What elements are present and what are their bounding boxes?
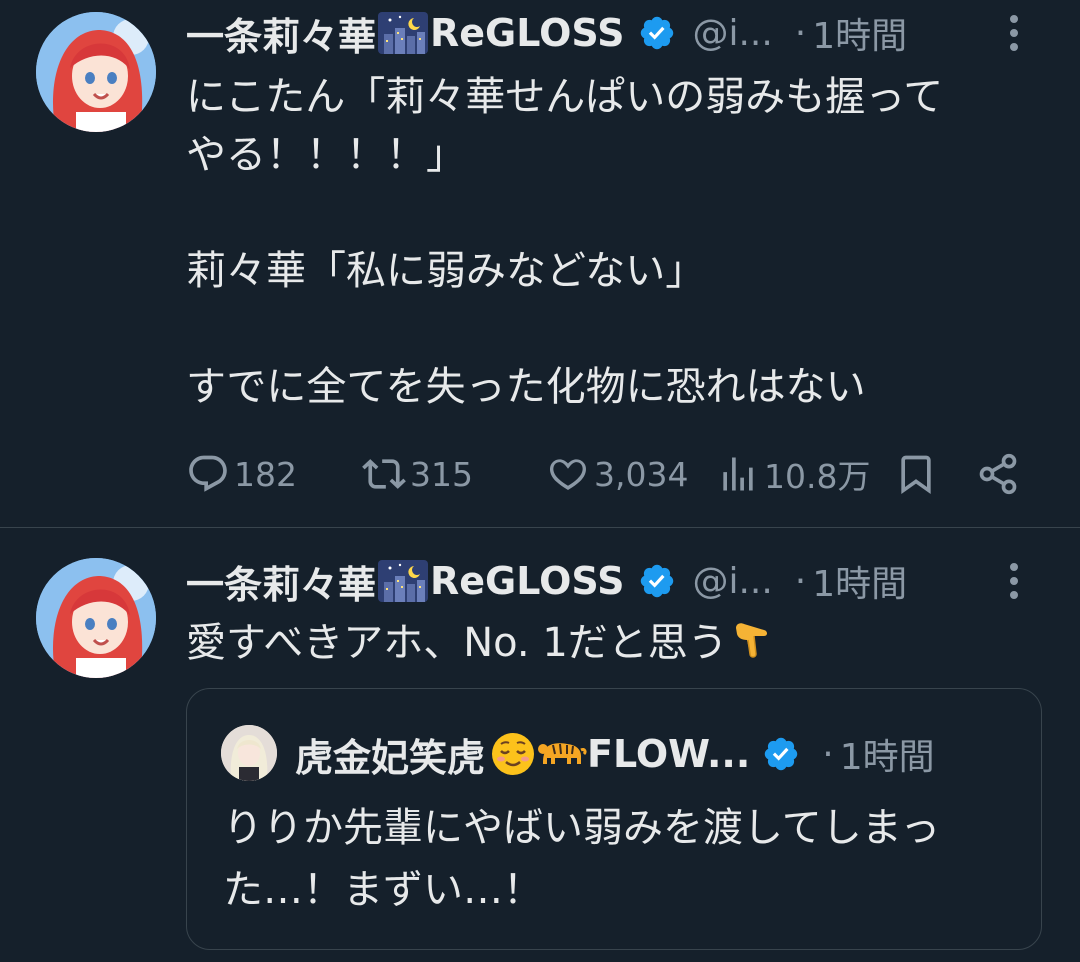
backhand-index-pointing-down-emoji: [735, 623, 767, 658]
reply-icon: [189, 455, 227, 492]
quote-author-name[interactable]: 虎金妃笑虎: [295, 727, 485, 782]
separator: ·: [794, 560, 807, 602]
verified-badge-icon: [641, 564, 674, 598]
separator: ·: [822, 733, 834, 775]
tweet-text: 愛すべきアホ、No. 1だと思う: [186, 614, 1020, 672]
share-icon: [979, 453, 1017, 495]
reply-count: 182: [234, 454, 297, 494]
timestamp[interactable]: 1時間: [812, 555, 907, 607]
quoted-tweet[interactable]: 虎金妃笑虎 FLOW... · 1時間 りりか先輩にやばい弱みを渡してしまっ た…: [186, 688, 1042, 950]
author-name-suffix[interactable]: ReGLOSS: [430, 559, 624, 603]
city-night-emoji: [378, 560, 429, 602]
repost-button[interactable]: 315: [362, 446, 473, 502]
relieved-face-emoji: [492, 733, 535, 775]
verified-badge-icon: [765, 737, 798, 771]
like-button[interactable]: 3,034: [546, 446, 688, 502]
more-icon[interactable]: [1006, 558, 1022, 604]
bookmark-button[interactable]: [894, 446, 938, 502]
bookmark-icon: [901, 455, 931, 495]
repost-icon: [362, 459, 406, 489]
tweet-text-content: 愛すべきアホ、No. 1だと思う: [186, 620, 728, 666]
timestamp[interactable]: 1時間: [812, 7, 907, 59]
author-name[interactable]: 一条莉々華: [186, 554, 376, 609]
tweet-header: 一条莉々華 ReGLOSS @i... · 1時間: [186, 555, 1060, 607]
city-night-emoji: [378, 12, 429, 54]
tweet[interactable]: 一条莉々華 ReGLOSS @i... · 1時間 愛すべきアホ、No. 1だと…: [0, 528, 1080, 962]
author-name[interactable]: 一条莉々華: [186, 6, 376, 61]
tweet-text: にこたん「莉々華せんぱいの弱みも握って やる！！！！」 莉々華「私に弱みなどない…: [186, 74, 944, 410]
tiger-emoji: [538, 743, 587, 764]
author-handle[interactable]: @i...: [692, 561, 772, 602]
like-icon: [550, 459, 586, 490]
views-icon: [723, 457, 753, 491]
like-count: 3,034: [594, 454, 689, 494]
tweet[interactable]: 一条莉々華 ReGLOSS @i... · 1時間 にこたん「莉々華せんぱいの弱…: [0, 0, 1080, 528]
author-handle[interactable]: @i...: [692, 13, 772, 54]
reply-button[interactable]: 182: [186, 446, 297, 502]
verified-badge-icon: [641, 16, 674, 50]
quote-author-avatar[interactable]: [221, 725, 277, 781]
views-count: 10.8万: [764, 457, 871, 496]
avatar[interactable]: [36, 12, 156, 132]
share-button[interactable]: [976, 446, 1020, 502]
tweet-header: 一条莉々華 ReGLOSS @i... · 1時間: [186, 7, 1060, 59]
more-icon[interactable]: [1006, 10, 1022, 56]
quote-author-name-suffix[interactable]: FLOW...: [587, 732, 750, 776]
views-button[interactable]: 10.8万: [716, 446, 870, 502]
separator: ·: [794, 12, 807, 54]
action-bar: 182 315 3,034 10.8万: [186, 446, 1040, 502]
quote-text: りりか先輩にやばい弱みを渡してしまっ た…！まずい…！: [223, 805, 941, 913]
quote-timestamp[interactable]: 1時間: [840, 728, 935, 780]
repost-count: 315: [410, 454, 473, 494]
author-name-suffix[interactable]: ReGLOSS: [430, 11, 624, 55]
quote-header: 虎金妃笑虎 FLOW... · 1時間: [295, 727, 935, 782]
avatar[interactable]: [36, 558, 156, 678]
